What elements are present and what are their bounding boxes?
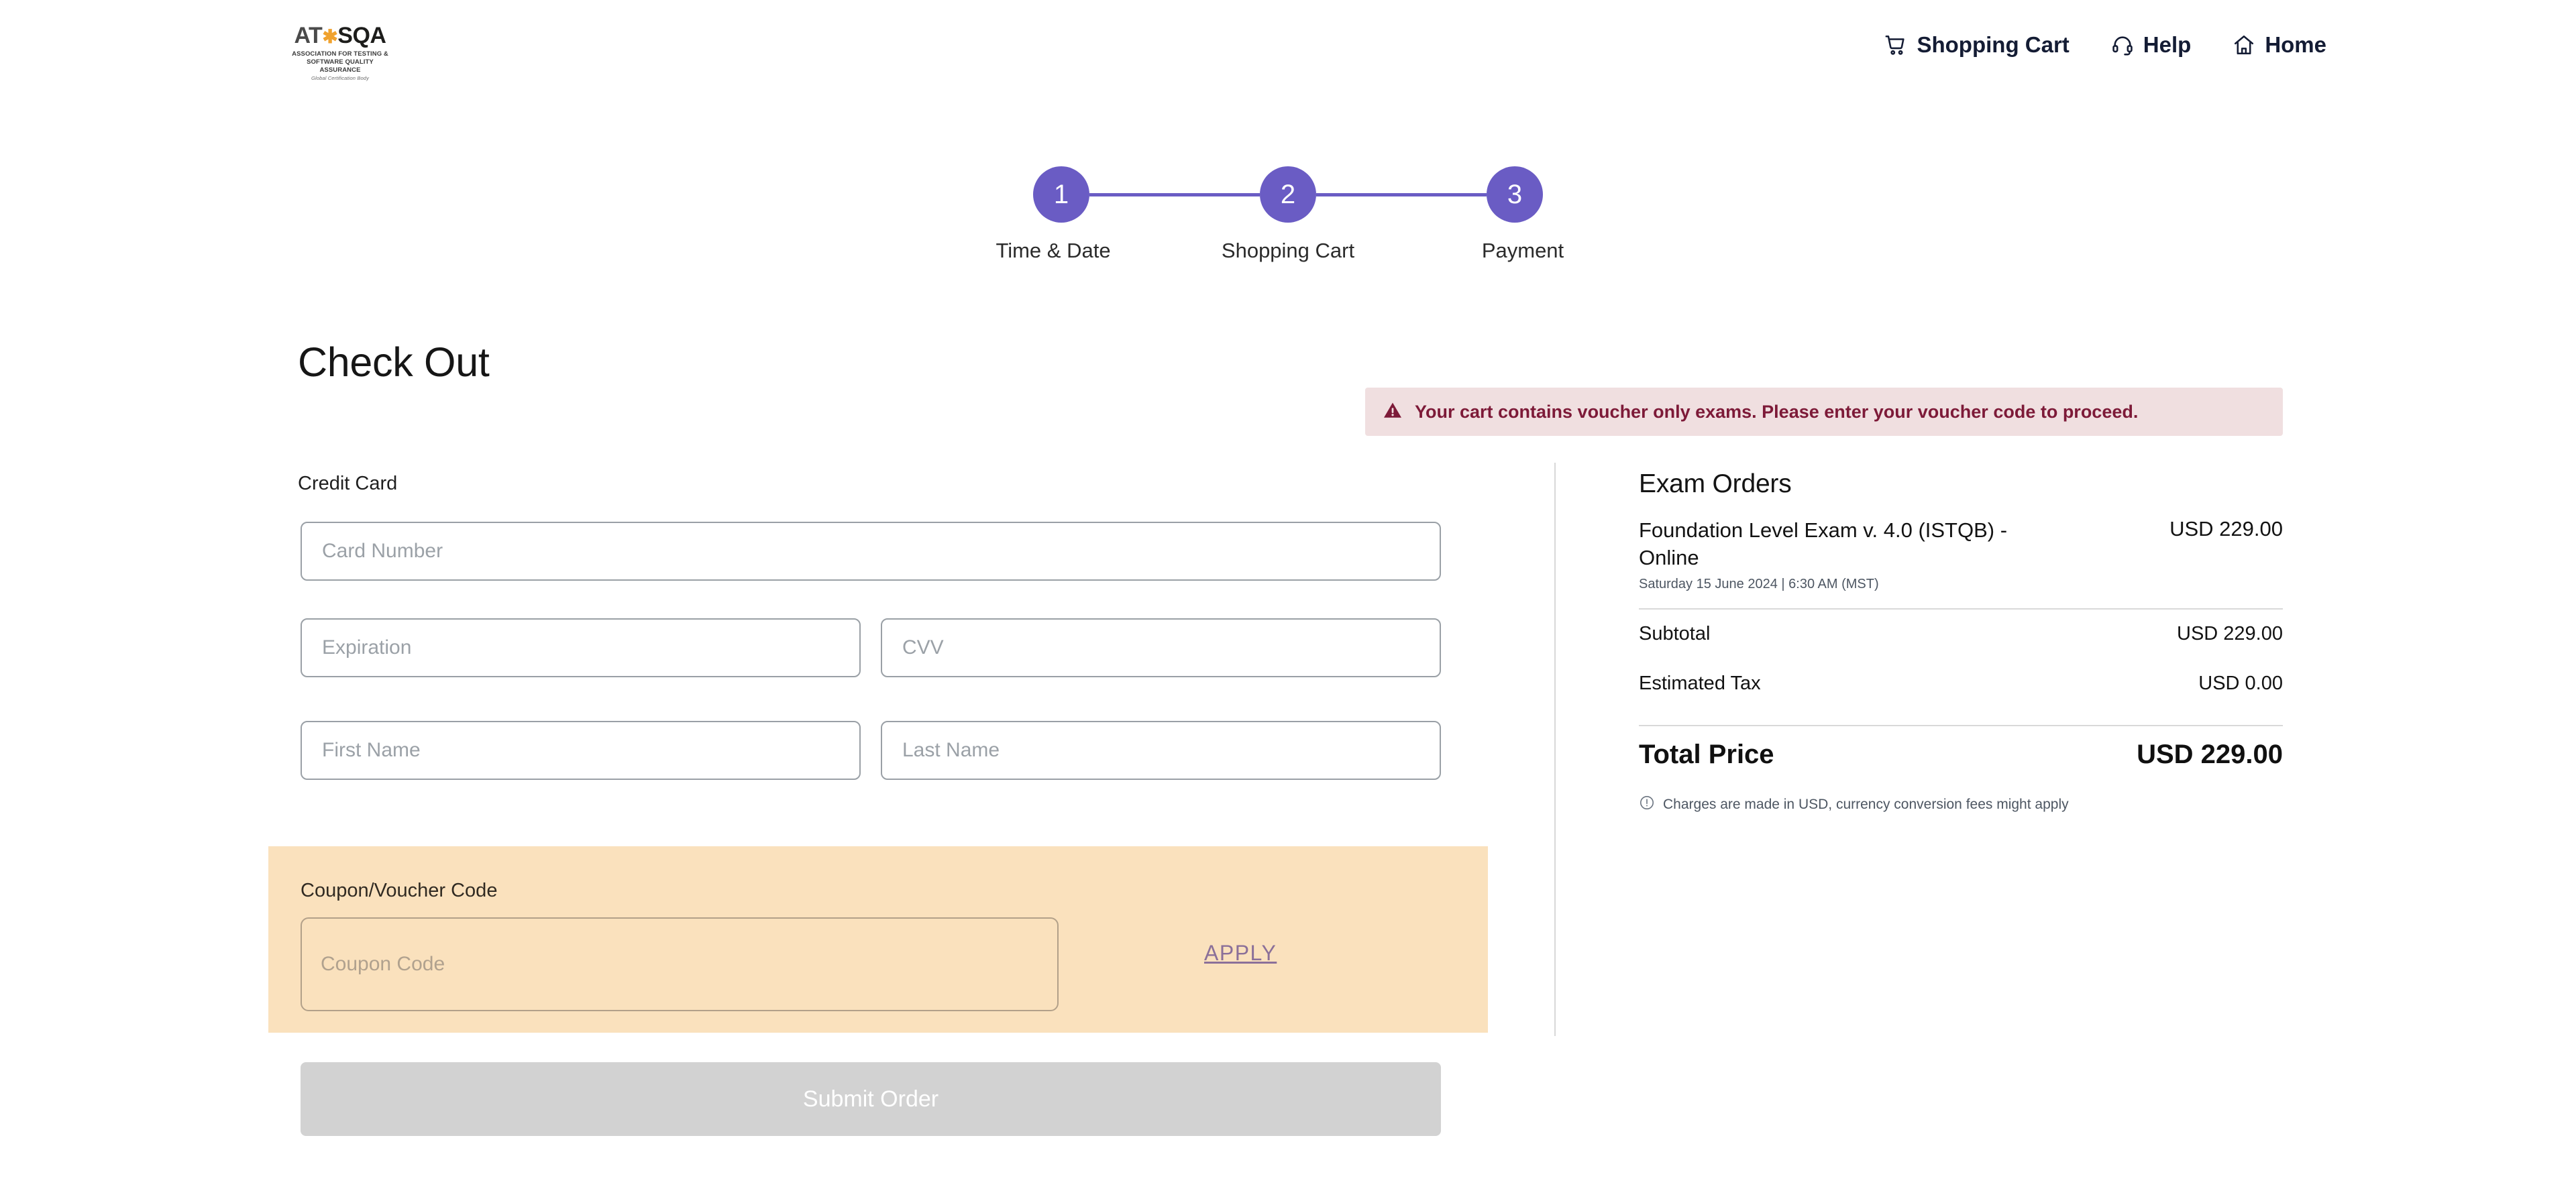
page-title: Check Out: [298, 339, 490, 385]
expiration-input[interactable]: Expiration: [301, 618, 861, 677]
headset-icon: [2111, 34, 2134, 56]
total-price-value: USD 229.00: [2137, 740, 2283, 770]
step-label-time-date: Time & Date: [996, 239, 1111, 262]
order-summary: Exam Orders Foundation Level Exam v. 4.0…: [1639, 469, 2283, 815]
submit-order-button[interactable]: Submit Order: [301, 1062, 1441, 1136]
order-item-price: USD 229.00: [2169, 517, 2283, 540]
home-icon: [2233, 34, 2255, 56]
step-circle-3[interactable]: 3: [1487, 166, 1543, 223]
logo-star-icon: ✱: [322, 26, 338, 47]
summary-line-subtotal: Subtotal USD 229.00: [1639, 610, 2283, 659]
first-name-placeholder: First Name: [322, 739, 421, 761]
summary-line-estimated-tax: Estimated Tax USD 0.00: [1639, 659, 2283, 709]
nav-label-shopping-cart: Shopping Cart: [1917, 32, 2070, 57]
checkout-page: AT✱SQA ASSOCIATION FOR TESTING & SOFTWAR…: [0, 0, 2576, 1199]
step-circle-2[interactable]: 2: [1260, 166, 1316, 223]
step-connector-1-2: [1089, 192, 1260, 196]
nav-item-home[interactable]: Home: [2233, 32, 2326, 58]
order-item-row: Foundation Level Exam v. 4.0 (ISTQB) - O…: [1639, 517, 2283, 572]
card-number-placeholder: Card Number: [322, 540, 443, 562]
expiration-placeholder: Expiration: [322, 636, 412, 659]
voucher-alert-banner: Your cart contains voucher only exams. P…: [1365, 388, 2283, 436]
last-name-placeholder: Last Name: [902, 739, 1000, 761]
checkout-stepper: 1 2 3 Time & Date Shopping Cart Payment: [0, 166, 2576, 263]
cvv-input[interactable]: CVV: [881, 618, 1441, 677]
step-label-payment: Payment: [1481, 239, 1564, 262]
cvv-placeholder: CVV: [902, 636, 944, 659]
step-number-3: 3: [1507, 179, 1523, 209]
nav-label-help: Help: [2143, 32, 2192, 57]
subtotal-value: USD 229.00: [2177, 623, 2283, 645]
currency-note-text: Charges are made in USD, currency conver…: [1663, 796, 2069, 812]
first-name-input[interactable]: First Name: [301, 721, 861, 780]
subtotal-label: Subtotal: [1639, 623, 1711, 645]
coupon-label: Coupon/Voucher Code: [301, 880, 498, 901]
nav-label-home: Home: [2265, 32, 2326, 57]
shopping-cart-icon: [1884, 34, 1907, 56]
step-number-1: 1: [1053, 179, 1069, 209]
logo-subtitle-line2: SOFTWARE QUALITY ASSURANCE: [307, 58, 374, 74]
step-number-2: 2: [1280, 179, 1296, 209]
column-divider: [1554, 463, 1556, 1036]
order-item-schedule: Saturday 15 June 2024 | 6:30 AM (MST): [1639, 576, 1879, 591]
step-label-shopping-cart: Shopping Cart: [1221, 239, 1355, 262]
coupon-code-input[interactable]: Coupon Code: [301, 917, 1059, 1011]
logo-subtitle: ASSOCIATION FOR TESTING & SOFTWARE QUALI…: [290, 50, 390, 74]
logo-tagline: Global Certification Body: [311, 74, 370, 81]
step-connector-2-3: [1316, 192, 1487, 196]
currency-note: Charges are made in USD, currency conver…: [1639, 795, 2283, 815]
voucher-alert-message: Your cart contains voucher only exams. P…: [1415, 401, 2139, 422]
logo-sqa: SQA: [337, 23, 386, 48]
summary-total-row: Total Price USD 229.00: [1639, 726, 2283, 784]
warning-triangle-icon: [1383, 400, 1403, 424]
step-circle-1[interactable]: 1: [1033, 166, 1089, 223]
nav-item-shopping-cart[interactable]: Shopping Cart: [1884, 32, 2070, 58]
logo-wordmark: AT✱SQA: [290, 24, 390, 47]
order-item-name: Foundation Level Exam v. 4.0 (ISTQB) - O…: [1639, 518, 2008, 569]
site-header: AT✱SQA ASSOCIATION FOR TESTING & SOFTWAR…: [0, 0, 2576, 102]
logo-at: AT: [294, 23, 323, 48]
estimated-tax-value: USD 0.00: [2198, 673, 2283, 695]
summary-title: Exam Orders: [1639, 469, 1792, 498]
header-nav: Shopping Cart Help Home: [1884, 32, 2326, 58]
stepper-labels: Time & Date Shopping Cart Payment: [939, 239, 1637, 263]
stepper-circles: 1 2 3: [1033, 166, 1543, 223]
card-number-input[interactable]: Card Number: [301, 522, 1441, 581]
nav-item-help[interactable]: Help: [2111, 32, 2192, 58]
atsqa-logo[interactable]: AT✱SQA ASSOCIATION FOR TESTING & SOFTWAR…: [290, 24, 390, 80]
total-price-label: Total Price: [1639, 740, 1774, 770]
credit-card-section-label: Credit Card: [298, 473, 398, 494]
logo-subtitle-line1: ASSOCIATION FOR TESTING &: [292, 50, 388, 58]
estimated-tax-label: Estimated Tax: [1639, 673, 1761, 695]
apply-coupon-button[interactable]: APPLY: [1204, 941, 1277, 966]
last-name-input[interactable]: Last Name: [881, 721, 1441, 780]
info-circle-icon: [1639, 795, 1655, 815]
coupon-code-placeholder: Coupon Code: [321, 953, 445, 975]
